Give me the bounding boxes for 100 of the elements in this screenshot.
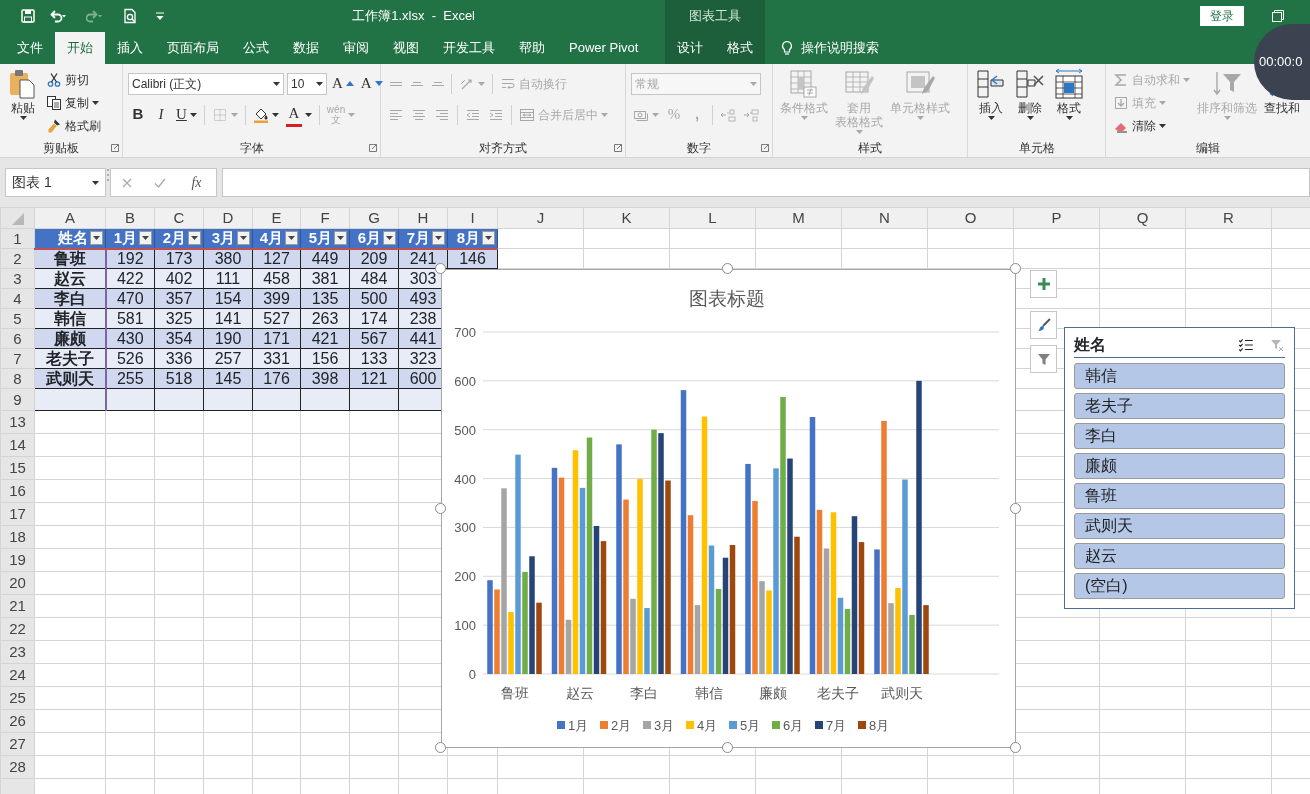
row-header[interactable]: 25 — [0, 686, 35, 710]
resize-handle[interactable] — [1010, 742, 1021, 753]
row-header[interactable]: 16 — [0, 479, 35, 503]
row-header[interactable]: 24 — [0, 663, 35, 687]
row-header[interactable]: 26 — [0, 709, 35, 733]
row-header[interactable]: 6 — [0, 328, 35, 349]
filter-dropdown[interactable] — [432, 231, 445, 246]
row-header[interactable]: 28 — [0, 755, 35, 779]
window-icon[interactable] — [1270, 8, 1286, 24]
font-color-button[interactable]: A — [283, 102, 314, 127]
column-header[interactable]: R — [1185, 207, 1272, 229]
copy-button[interactable]: 复制 — [44, 93, 101, 112]
ribbon-tab[interactable]: 视图 — [381, 32, 431, 64]
row-header[interactable]: 1 — [0, 228, 35, 249]
clear-button[interactable]: 清除 — [1111, 116, 1168, 135]
resize-handle[interactable] — [435, 742, 446, 753]
insert-function-button[interactable]: fx — [185, 171, 208, 194]
row-header[interactable]: 13 — [0, 410, 35, 434]
filter-dropdown[interactable] — [237, 231, 250, 246]
grip-icon[interactable] — [106, 168, 110, 182]
slicer-item[interactable]: 赵云 — [1074, 543, 1285, 569]
column-header[interactable]: G — [349, 207, 399, 229]
slicer-item[interactable]: 武则天 — [1074, 513, 1285, 539]
slicer-item[interactable]: 鲁班 — [1074, 483, 1285, 509]
column-header[interactable]: B — [105, 207, 155, 229]
column-header[interactable]: K — [583, 207, 670, 229]
slicer-item[interactable]: 李白 — [1074, 423, 1285, 449]
ribbon-tab[interactable]: 公式 — [231, 32, 281, 64]
slicer-item[interactable]: 廉颇 — [1074, 453, 1285, 479]
plus-icon[interactable] — [1035, 276, 1052, 292]
bold-button[interactable]: B — [128, 103, 148, 126]
filter-dropdown[interactable] — [383, 231, 396, 246]
grow-font-button[interactable]: A — [330, 72, 356, 95]
column-header[interactable]: P — [1013, 207, 1100, 229]
italic-button[interactable]: I — [151, 103, 171, 126]
font-size-select[interactable]: 10 — [287, 72, 327, 95]
column-header[interactable]: C — [154, 207, 204, 229]
row-header[interactable]: 14 — [0, 433, 35, 457]
ribbon-tab[interactable]: 开发工具 — [431, 32, 507, 64]
row-header[interactable]: 5 — [0, 308, 35, 329]
tell-me-search[interactable]: 操作说明搜索 — [801, 38, 879, 58]
ribbon-tab[interactable]: 文件 — [5, 32, 55, 64]
slicer-item[interactable]: 老夫子 — [1074, 393, 1285, 419]
formula-input[interactable] — [222, 168, 1310, 197]
row-header[interactable]: 22 — [0, 617, 35, 641]
row-header[interactable]: 15 — [0, 456, 35, 480]
cut-button[interactable]: 剪切 — [44, 70, 91, 89]
filter-dropdown[interactable] — [139, 231, 152, 246]
filter-dropdown[interactable] — [482, 231, 495, 246]
resize-handle[interactable] — [722, 742, 733, 753]
column-header[interactable]: O — [927, 207, 1014, 229]
filter-dropdown[interactable] — [285, 231, 298, 246]
launcher-icon[interactable] — [614, 144, 622, 152]
filter-dropdown[interactable] — [90, 231, 103, 246]
launcher-icon[interactable] — [111, 144, 119, 152]
column-header[interactable]: Q — [1099, 207, 1186, 229]
resize-handle[interactable] — [722, 263, 733, 274]
format-button[interactable]: 格式 — [1051, 68, 1087, 139]
column-header[interactable]: A — [34, 207, 106, 229]
ribbon-tab[interactable]: 审阅 — [331, 32, 381, 64]
column-header[interactable]: D — [203, 207, 253, 229]
insert-button[interactable]: 插入 — [973, 68, 1009, 139]
format-painter-button[interactable]: 格式刷 — [44, 116, 103, 135]
launcher-icon[interactable] — [369, 144, 377, 152]
filter-dropdown[interactable] — [188, 231, 201, 246]
shrink-font-button[interactable]: A — [358, 72, 385, 95]
row-header[interactable]: 2 — [0, 248, 35, 269]
save-icon[interactable] — [20, 8, 36, 24]
underline-button[interactable]: U — [174, 103, 199, 126]
ribbon-tab[interactable]: Power Pivot — [557, 32, 651, 64]
ribbon-tab[interactable]: 开始 — [55, 32, 105, 64]
resize-handle[interactable] — [1010, 263, 1021, 274]
column-header[interactable]: N — [841, 207, 928, 229]
print-preview-icon[interactable] — [122, 8, 138, 24]
column-header[interactable]: F — [300, 207, 350, 229]
row-header[interactable]: 23 — [0, 640, 35, 664]
column-header[interactable]: J — [497, 207, 584, 229]
resize-handle[interactable] — [435, 263, 446, 274]
row-header[interactable]: 3 — [0, 268, 35, 289]
filter-icon[interactable] — [1035, 351, 1052, 367]
row-header[interactable]: 21 — [0, 594, 35, 618]
delete-button[interactable]: 删除 — [1012, 68, 1048, 139]
slicer-item[interactable]: (空白) — [1074, 573, 1285, 599]
row-header[interactable]: 7 — [0, 348, 35, 369]
row-header[interactable]: 9 — [0, 388, 35, 411]
login-button[interactable]: 登录 — [1200, 6, 1244, 26]
ribbon-tab[interactable]: 帮助 — [507, 32, 557, 64]
row-header[interactable]: 20 — [0, 571, 35, 595]
column-header[interactable]: I — [447, 207, 498, 229]
row-header[interactable]: 19 — [0, 548, 35, 572]
column-header[interactable]: M — [755, 207, 842, 229]
row-header[interactable]: 8 — [0, 368, 35, 389]
row-header[interactable]: 18 — [0, 525, 35, 549]
row-header[interactable]: 17 — [0, 502, 35, 526]
filter-dropdown[interactable] — [334, 231, 347, 246]
name-box[interactable]: 图表 1 — [5, 168, 106, 197]
row-header[interactable]: 27 — [0, 732, 35, 756]
ribbon-tab[interactable]: 插入 — [105, 32, 155, 64]
resize-handle[interactable] — [1010, 503, 1021, 514]
ribbon-tab[interactable]: 数据 — [281, 32, 331, 64]
